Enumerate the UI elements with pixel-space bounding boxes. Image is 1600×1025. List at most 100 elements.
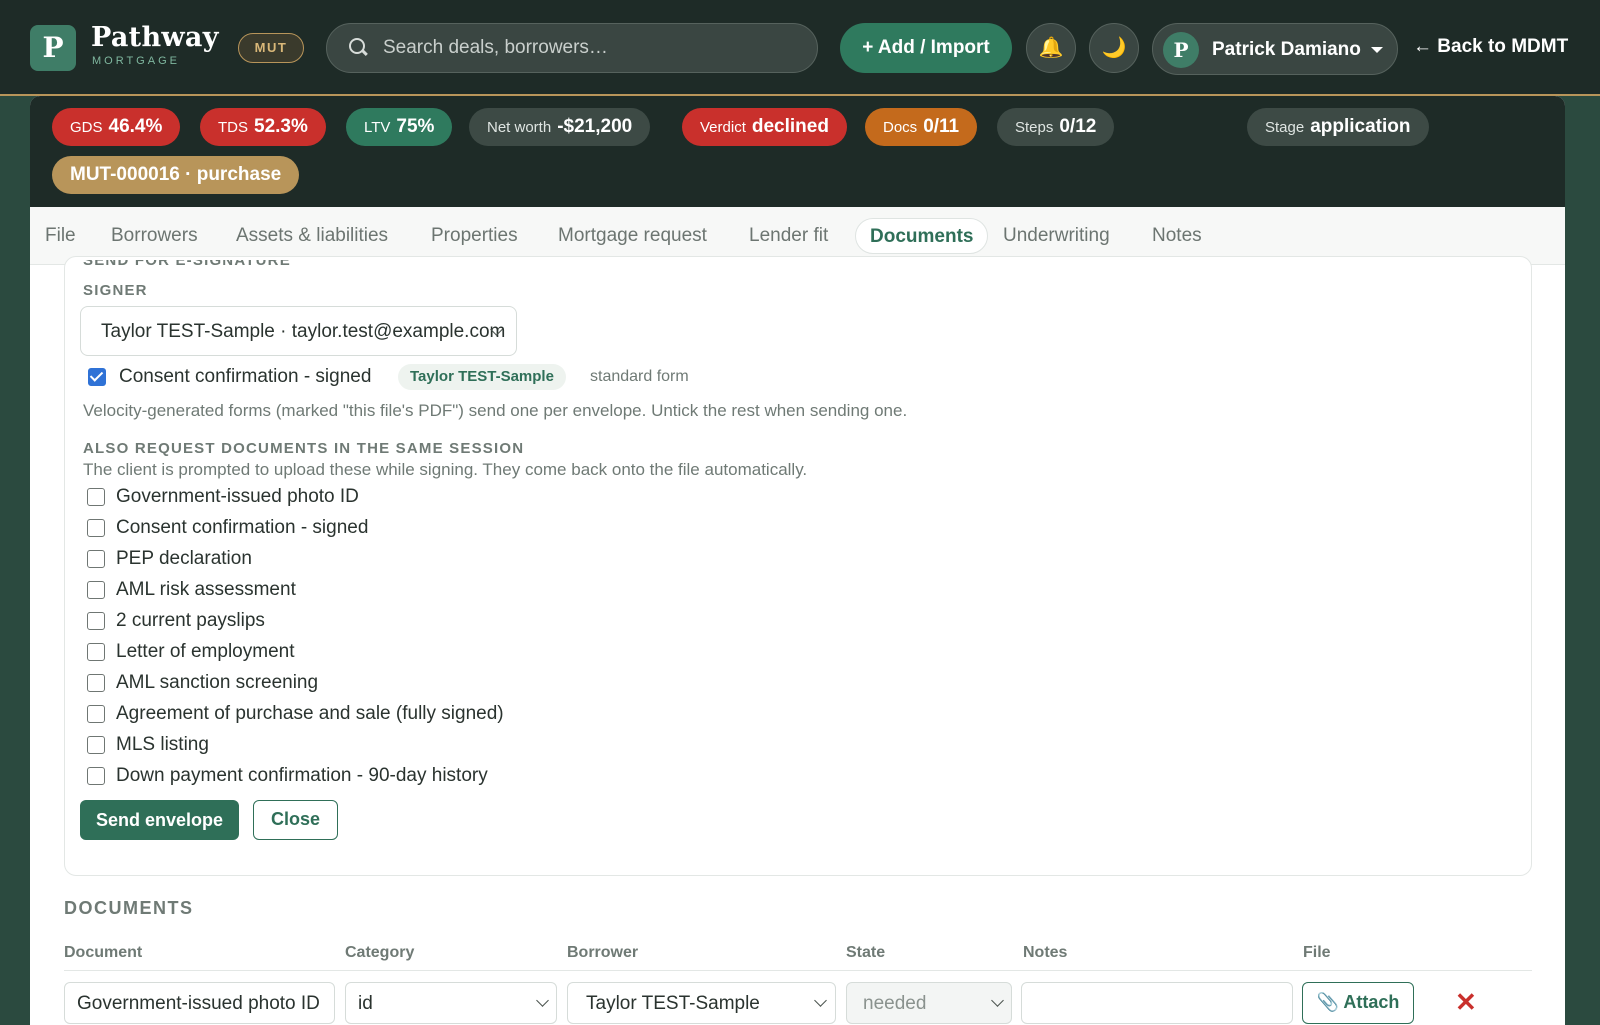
chevron-down-icon	[1371, 47, 1383, 53]
consent-signer-tag: Taylor TEST-Sample	[398, 364, 566, 390]
velocity-hint: Velocity-generated forms (marked "this f…	[83, 401, 908, 420]
also-request-title: ALSO REQUEST DOCUMENTS IN THE SAME SESSI…	[83, 440, 525, 457]
request-doc-checkbox[interactable]	[87, 767, 105, 785]
document-name-input[interactable]: Government-issued photo ID	[64, 982, 335, 1024]
borrower-select[interactable]: Taylor TEST-Sample	[567, 982, 836, 1024]
borrower-value: Taylor TEST-Sample	[586, 993, 760, 1014]
metric-label: TDS	[218, 119, 248, 136]
tab-borrowers[interactable]: Borrowers	[111, 218, 198, 254]
chevron-down-icon	[991, 994, 1004, 1007]
bell-icon[interactable]: 🔔	[1026, 23, 1076, 73]
column-header-file: File	[1303, 944, 1331, 961]
also-request-hint: The client is prompted to upload these w…	[83, 460, 808, 479]
tab-mortgage-request[interactable]: Mortgage request	[558, 218, 707, 254]
column-header-category: Category	[345, 944, 415, 961]
attach-button[interactable]: 📎 Attach	[1302, 982, 1414, 1024]
column-header-borrower: Borrower	[567, 944, 639, 961]
environment-badge: MUT	[238, 33, 304, 63]
tab-documents[interactable]: Documents	[855, 218, 989, 254]
top-bar: P Pathway MORTGAGE MUT + Add / Import 🔔 …	[0, 0, 1600, 96]
column-header-notes: Notes	[1023, 944, 1068, 961]
request-doc-checkbox[interactable]	[87, 550, 105, 568]
consent-form-type: standard form	[590, 368, 689, 385]
docs-chip: Docs 0/11	[865, 108, 978, 146]
request-doc-checkbox[interactable]	[87, 581, 105, 599]
metric-value: 0/12	[1059, 116, 1097, 137]
metric-label: Net worth	[487, 119, 552, 136]
brand-name: Pathway	[91, 22, 219, 53]
stage-chip: Stage application	[1247, 108, 1429, 146]
steps-chip: Steps 0/12	[997, 108, 1115, 146]
deal-card: GDS 46.4% TDS 52.3% LTV 75% Net worth -$21,2…	[30, 96, 1565, 1025]
column-header-state: State	[846, 944, 886, 961]
request-doc-checkbox[interactable]	[87, 488, 105, 506]
metric-value: 46.4%	[108, 116, 163, 137]
metric-value: 52.3%	[254, 116, 308, 137]
category-select[interactable]: id	[345, 982, 557, 1024]
document-name-value: Government-issued photo ID	[77, 993, 320, 1014]
category-value: id	[358, 993, 373, 1014]
tds-chip: TDS 52.3%	[200, 108, 326, 146]
request-doc-checkbox[interactable]	[87, 643, 105, 661]
search-icon	[347, 36, 369, 58]
avatar: P	[1163, 32, 1199, 68]
state-select: needed	[846, 982, 1012, 1024]
request-doc-label: AML sanction screening	[116, 672, 319, 693]
remove-row-icon[interactable]: ✕	[1455, 987, 1477, 1018]
tab-underwriting[interactable]: Underwriting	[1003, 218, 1110, 254]
notes-input[interactable]	[1021, 982, 1293, 1024]
tab-assets-liabilities[interactable]: Assets & liabilities	[236, 218, 388, 254]
request-doc-label: 2 current payslips	[116, 610, 265, 631]
metric-label: LTV	[364, 119, 391, 136]
signer-label: SIGNER	[83, 282, 148, 299]
logo-icon[interactable]: P	[30, 25, 76, 71]
column-header-document: Document	[64, 944, 143, 961]
request-doc-checkbox[interactable]	[87, 705, 105, 723]
tab-notes[interactable]: Notes	[1152, 218, 1202, 254]
request-doc-checkbox[interactable]	[87, 736, 105, 754]
search-box[interactable]	[326, 23, 818, 73]
request-doc-label: Consent confirmation - signed	[116, 517, 369, 538]
request-doc-label: Agreement of purchase and sale (fully si…	[116, 703, 504, 724]
signer-select[interactable]: Taylor TEST-Sample · taylor.test@example…	[80, 306, 517, 356]
request-doc-label: Down payment confirmation - 90-day histo…	[116, 765, 488, 786]
close-button[interactable]: Close	[253, 800, 338, 840]
metric-value: application	[1310, 116, 1411, 137]
metric-label: Stage	[1265, 119, 1305, 136]
request-doc-label: MLS listing	[116, 734, 209, 755]
metric-label: GDS	[70, 119, 103, 136]
metric-label: Steps	[1015, 119, 1054, 136]
moon-icon[interactable]: 🌙	[1089, 23, 1139, 73]
user-menu[interactable]: P Patrick Damiano	[1152, 23, 1398, 75]
back-to-mdmt-link[interactable]: ← Back to MDMT	[1413, 36, 1568, 58]
tab-properties[interactable]: Properties	[431, 218, 518, 254]
table-divider	[64, 970, 1532, 971]
consent-label: Consent confirmation - signed	[119, 366, 372, 387]
add-import-button[interactable]: + Add / Import	[840, 23, 1012, 73]
send-envelope-button[interactable]: Send envelope	[80, 800, 239, 840]
request-doc-label: PEP declaration	[116, 548, 252, 569]
signer-value: Taylor TEST-Sample · taylor.test@example…	[101, 321, 505, 342]
search-input[interactable]	[383, 24, 803, 72]
metric-label: Verdict	[700, 119, 746, 136]
metric-label: Docs	[883, 119, 918, 136]
metric-value: declined	[751, 116, 829, 137]
request-doc-label: Government-issued photo ID	[116, 486, 359, 507]
net-worth-chip: Net worth -$21,200	[469, 108, 651, 146]
documents-section-title: DOCUMENTS	[64, 898, 194, 918]
tab-file[interactable]: File	[45, 218, 76, 254]
tab-lender-fit[interactable]: Lender fit	[749, 218, 828, 254]
ltv-chip: LTV 75%	[346, 108, 453, 146]
gds-chip: GDS 46.4%	[52, 108, 181, 146]
metric-value: -$21,200	[557, 116, 633, 137]
consent-checkbox[interactable]	[88, 368, 106, 386]
chevron-down-icon	[536, 994, 549, 1007]
request-doc-checkbox[interactable]	[87, 674, 105, 692]
metric-value: 75%	[396, 116, 435, 137]
request-doc-label: AML risk assessment	[116, 579, 296, 600]
file-id-chip: MUT-000016 · purchase	[52, 156, 300, 194]
verdict-chip: Verdict declined	[682, 108, 847, 146]
user-name: Patrick Damiano	[1212, 39, 1361, 60]
request-doc-checkbox[interactable]	[87, 519, 105, 537]
request-doc-checkbox[interactable]	[87, 612, 105, 630]
